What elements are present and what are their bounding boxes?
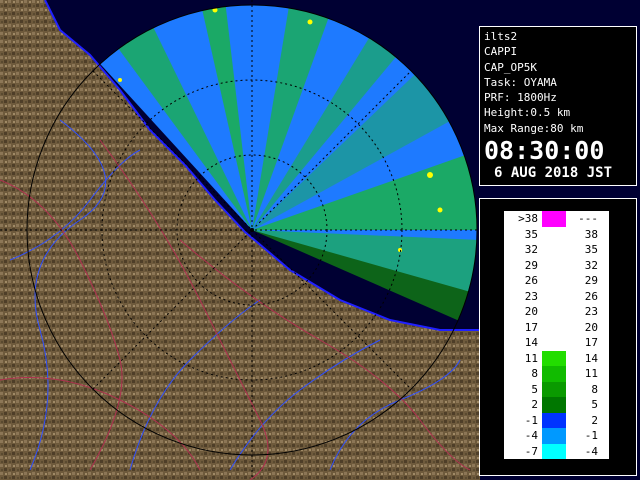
legend-upper-bound: 26 — [584, 289, 598, 303]
legend-swatch — [542, 443, 566, 459]
legend-row: 8 11 — [504, 366, 609, 382]
legend-upper-bound: 11 — [584, 367, 598, 380]
legend-upper-bound: 2 — [591, 413, 598, 427]
legend-lower-bound: 14 — [524, 336, 538, 349]
legend-lower-bound: 20 — [524, 305, 538, 318]
legend-swatch — [542, 381, 566, 397]
legend-swatch — [542, 211, 566, 227]
legend-swatch — [542, 397, 566, 413]
legend-swatch — [542, 257, 566, 273]
legend-upper-bound: 14 — [584, 351, 598, 365]
legend-swatch — [542, 242, 566, 258]
legend-swatch — [542, 304, 566, 320]
info-product-id: ilts2 — [484, 30, 518, 43]
legend-panel: Reflectivity in dBZ >38 --- 35 38 32 35 29 32 26… — [479, 198, 637, 476]
legend-upper-bound: 38 — [584, 227, 598, 241]
legend-upper-bound: --- — [578, 212, 598, 225]
legend-swatch — [542, 226, 566, 242]
legend-row: -7 -4 — [504, 443, 609, 459]
info-height: Height:0.5 km — [484, 106, 571, 120]
legend-upper-bound: 17 — [584, 336, 598, 349]
legend-upper-bound: -4 — [584, 444, 598, 458]
legend-lower-bound: 2 — [531, 398, 538, 411]
legend-row: 26 29 — [504, 273, 609, 289]
legend-lower-bound: 26 — [524, 274, 538, 287]
legend-lower-bound: -1 — [524, 413, 538, 427]
legend-row: 20 23 — [504, 304, 609, 320]
legend-row: 35 38 — [504, 226, 609, 242]
legend-lower-bound: 8 — [531, 367, 538, 380]
info-panel: ilts2 CAPPI CAP_OP5K Task: OYAMA PRF: 18… — [479, 26, 637, 186]
legend-swatch — [542, 335, 566, 351]
legend-row: 11 14 — [504, 350, 609, 366]
legend-lower-bound: 29 — [524, 258, 538, 272]
legend-row: 29 32 — [504, 257, 609, 273]
legend-lower-bound: 23 — [524, 289, 538, 303]
legend-upper-bound: 29 — [584, 274, 598, 287]
info-max-range: Max Range:80 km — [484, 121, 584, 135]
legend-upper-bound: 23 — [584, 305, 598, 318]
radar-site — [250, 228, 254, 232]
legend-lower-bound: 32 — [524, 243, 538, 256]
legend-row: 58 — [504, 381, 609, 397]
color-legend: Reflectivity in dBZ >38 --- 35 38 32 35 29 32 26… — [503, 210, 626, 460]
legend-lower-bound: -4 — [524, 429, 538, 442]
legend-lower-bound: 35 — [524, 227, 538, 241]
legend-swatch — [542, 319, 566, 335]
legend-swatch — [542, 350, 566, 366]
legend-swatch — [542, 273, 566, 289]
legend-row: 32 35 — [504, 242, 609, 258]
info-prf: PRF: 1800Hz — [484, 91, 557, 105]
date-display: 6 AUG 2018 JST — [494, 165, 613, 182]
legend-upper-bound: 5 — [591, 398, 598, 411]
legend-unit-label: Reflectivity in dBZ — [613, 272, 626, 398]
legend-row: -4 -1 — [504, 428, 609, 444]
legend-swatch — [542, 412, 566, 428]
time-display: 08:30:00 — [484, 136, 605, 166]
legend-row: 14 17 — [504, 335, 609, 351]
legend-swatch — [542, 428, 566, 444]
legend-upper-bound: 8 — [591, 382, 598, 396]
legend-lower-bound: -7 — [524, 444, 538, 458]
legend-upper-bound: 35 — [584, 243, 598, 256]
legend-row: 23 26 — [504, 288, 609, 304]
legend-upper-bound: 20 — [584, 320, 598, 334]
info-product-name: CAP_OP5K — [484, 60, 537, 74]
legend-row: 25 — [504, 397, 609, 413]
legend-upper-bound: -1 — [584, 429, 598, 442]
info-product-type: CAPPI — [484, 45, 518, 59]
legend-row: -1 2 — [504, 412, 609, 428]
legend-swatch — [542, 366, 566, 382]
legend-row: >38 --- — [504, 211, 609, 227]
legend-upper-bound: 32 — [584, 258, 598, 272]
info-task: Task: OYAMA — [484, 75, 557, 89]
legend-swatch — [542, 288, 566, 304]
legend-lower-bound: >38 — [518, 212, 538, 225]
legend-lower-bound: 11 — [524, 351, 538, 365]
legend-lower-bound: 17 — [524, 320, 538, 334]
legend-row: 17 20 — [504, 319, 609, 335]
legend-lower-bound: 5 — [531, 382, 538, 396]
